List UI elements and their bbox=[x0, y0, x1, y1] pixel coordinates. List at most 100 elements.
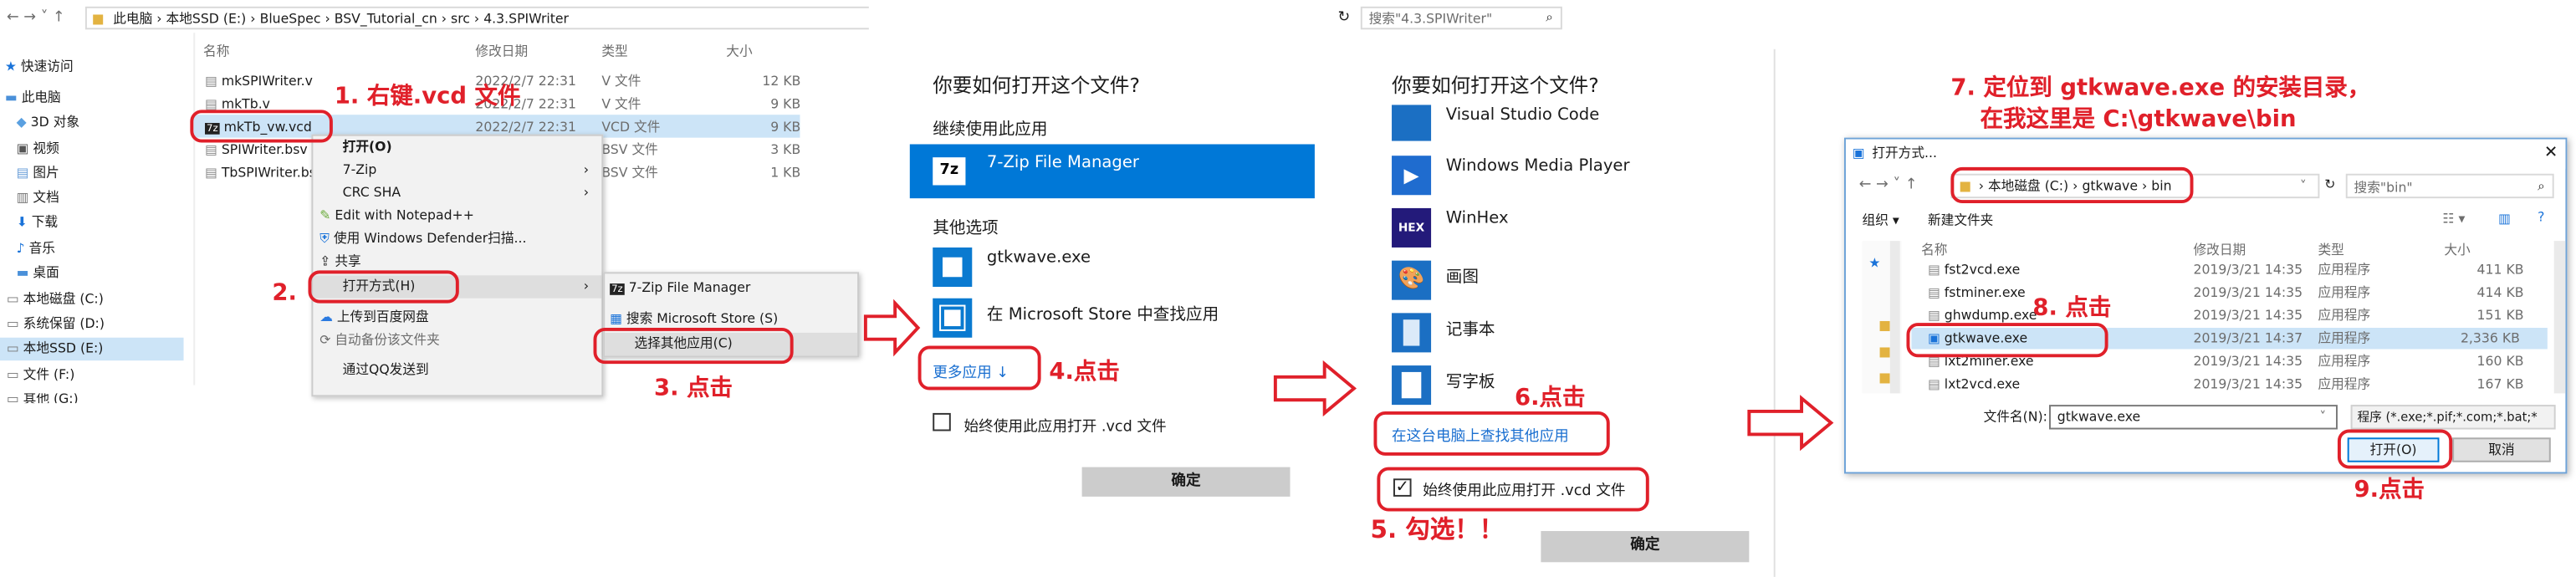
cancel-button[interactable]: 取消 bbox=[2452, 437, 2551, 462]
file-date: 2019/3/21 14:35 bbox=[2193, 376, 2303, 392]
file-row[interactable]: ▤ ghwdump.exe bbox=[1928, 309, 2037, 323]
sidebar-item[interactable]: ★ 快速访问 bbox=[5, 60, 74, 74]
sidebar-item[interactable]: ▣ 视频 bbox=[17, 142, 59, 156]
store-icon bbox=[933, 298, 973, 338]
dialog1-always-checkbox[interactable] bbox=[933, 412, 951, 431]
dialog2-app[interactable]: 画图 bbox=[1446, 263, 1479, 287]
dialog2-divider bbox=[1773, 48, 1776, 577]
col-size[interactable]: 大小 bbox=[726, 45, 752, 59]
file-row[interactable]: ▤ SPIWriter.bsv bbox=[205, 144, 308, 157]
sidebar-item[interactable]: ▥ 文档 bbox=[17, 191, 59, 205]
file-row[interactable]: ▤ fst2vcd.exe bbox=[1928, 263, 2020, 278]
sidebar-item[interactable]: ⬇ 下载 bbox=[17, 216, 58, 230]
col-type[interactable]: 类型 bbox=[2318, 243, 2343, 258]
refresh-icon[interactable]: ↻ bbox=[1337, 11, 1350, 27]
sidebar-item[interactable]: ▬ 桌面 bbox=[17, 267, 59, 280]
dialog2-app[interactable]: WinHex bbox=[1446, 210, 1509, 228]
highlight-vcd-file bbox=[190, 110, 333, 143]
file-size: 167 KB bbox=[2476, 376, 2524, 392]
sidebar-item[interactable]: ◆ 3D 对象 bbox=[17, 115, 79, 130]
menu-item-qq[interactable]: 通过QQ发送到 bbox=[343, 363, 429, 377]
sidebar-item[interactable]: ▭ 系统保留 (D:) bbox=[7, 317, 105, 331]
nav-arrows[interactable]: ← → ˅ ↑ bbox=[1859, 178, 1918, 194]
submenu-store[interactable]: ▦ 搜索 Microsoft Store (S) bbox=[610, 312, 778, 326]
file-size: 2,336 KB bbox=[2460, 330, 2520, 346]
help-icon[interactable]: ? bbox=[2538, 211, 2544, 225]
address-bar[interactable]: ■ 此电脑 › 本地SSD (E:) › BlueSpec › BSV_Tuto… bbox=[84, 6, 869, 30]
view-icon[interactable]: ☷ ▾ bbox=[2442, 212, 2465, 227]
file-row[interactable]: ▤ mkSPIWriter.v bbox=[205, 74, 313, 89]
list-scrollbar[interactable] bbox=[2553, 241, 2566, 394]
file-row[interactable]: ▤ lxt2vcd.exe bbox=[1928, 378, 2020, 392]
col-name[interactable]: 名称 bbox=[203, 45, 229, 59]
dialog2-app[interactable]: 写字板 bbox=[1446, 367, 1495, 392]
file-row[interactable]: ▤ lxt2miner.exe bbox=[1928, 355, 2034, 369]
file-row[interactable]: ▤ TbSPIWriter.bsv bbox=[205, 166, 324, 181]
sidebar-item[interactable]: ▭ 本地磁盘 (C:) bbox=[7, 293, 104, 307]
chevron-down-icon[interactable]: ˅ bbox=[2300, 180, 2307, 194]
menu-item-autobackup[interactable]: ⟳ 自动备份该文件夹 bbox=[319, 334, 440, 348]
tree-scrollbar[interactable] bbox=[1889, 241, 1900, 394]
filetype-select[interactable]: 程序 (*.exe;*.pif;*.com;*.bat;* bbox=[2350, 405, 2556, 430]
gtkwave-icon bbox=[933, 247, 973, 287]
openwith-title: 打开方式... bbox=[1872, 146, 1938, 161]
sidebar-item[interactable]: ▤ 图片 bbox=[17, 166, 59, 181]
dialog2-app[interactable]: Visual Studio Code bbox=[1446, 106, 1600, 125]
filename-input[interactable]: gtkwave.exe ˅ bbox=[2049, 405, 2338, 430]
col-date[interactable]: 修改日期 bbox=[475, 45, 528, 59]
sidebar-item[interactable]: ▭ 其他 (G:) bbox=[7, 393, 79, 403]
annotation-2: 2. bbox=[272, 280, 297, 307]
dialog1-app-store[interactable]: 在 Microsoft Store 中查找应用 bbox=[987, 300, 1219, 325]
file-row[interactable]: ▤ fstminer.exe bbox=[1928, 286, 2026, 300]
sidebar-item[interactable]: ▬ 此电脑 bbox=[5, 91, 61, 105]
winhex-icon: HEX bbox=[1392, 207, 1432, 248]
dialog2-app[interactable]: 记事本 bbox=[1446, 314, 1495, 340]
annotation-7b: 在我这里是 C:\gtkwave\bin bbox=[1980, 106, 2297, 133]
menu-item-crc[interactable]: CRC SHA bbox=[343, 186, 401, 200]
annotation-5: 5. 勾选！！ bbox=[1370, 514, 1505, 544]
menu-item-defender[interactable]: ⛨ 使用 Windows Defender扫描... bbox=[319, 232, 526, 246]
dialog1-selected-app-label: 7-Zip File Manager bbox=[986, 154, 1139, 172]
file-size: 3 KB bbox=[770, 142, 801, 158]
refresh-icon[interactable]: ↻ bbox=[2324, 178, 2335, 192]
dialog1-app-gtkwave[interactable]: gtkwave.exe bbox=[987, 249, 1091, 268]
sidebar-item[interactable]: ▭ 文件 (F:) bbox=[7, 368, 74, 382]
menu-item-share[interactable]: ⇪ 共享 bbox=[319, 255, 360, 269]
col-type[interactable]: 类型 bbox=[601, 45, 627, 59]
col-date[interactable]: 修改日期 bbox=[2193, 243, 2246, 258]
filename-label: 文件名(N): bbox=[1983, 410, 2047, 425]
new-folder-button[interactable]: 新建文件夹 bbox=[1928, 214, 1993, 228]
file-size: 160 KB bbox=[2476, 354, 2524, 369]
menu-item-baidu[interactable]: ☁ 上传到百度网盘 bbox=[319, 310, 428, 324]
sidebar-item[interactable]: ▭ 本地SSD (E:) bbox=[7, 342, 104, 356]
close-icon[interactable]: ✕ bbox=[2544, 145, 2558, 162]
file-size: 414 KB bbox=[2476, 285, 2524, 300]
menu-item-notepadpp[interactable]: ✎ Edit with Notepad++ bbox=[319, 209, 474, 223]
organize-button[interactable]: 组织 ▾ bbox=[1863, 214, 1899, 228]
file-size: 12 KB bbox=[762, 74, 801, 89]
file-type: VCD 文件 bbox=[601, 120, 661, 135]
search-icon: ⌕ bbox=[2538, 178, 2545, 194]
col-size[interactable]: 大小 bbox=[2444, 243, 2470, 258]
dialog2-app[interactable]: Windows Media Player bbox=[1446, 157, 1630, 176]
file-type: 应用程序 bbox=[2318, 262, 2371, 278]
highlight-open bbox=[2337, 429, 2453, 469]
file-size: 411 KB bbox=[2476, 262, 2524, 278]
dialog2-ok-button[interactable]: 确定 bbox=[1541, 531, 1750, 563]
explorer-search[interactable]: 搜索"4.3.SPIWriter" ⌕ bbox=[1360, 6, 1562, 30]
dialog1-ok-button[interactable]: 确定 bbox=[1081, 467, 1291, 497]
menu-item-7zip[interactable]: 7-Zip bbox=[343, 163, 377, 177]
dialog1-continue-label: 继续使用此应用 bbox=[933, 121, 1048, 140]
submenu-7zip[interactable]: 7z 7-Zip File Manager bbox=[610, 281, 750, 295]
sidebar-item[interactable]: ♪ 音乐 bbox=[17, 242, 55, 256]
menu-item-open[interactable]: 打开(O) bbox=[343, 140, 392, 155]
pane-icon[interactable]: ▥ bbox=[2498, 212, 2511, 227]
col-name[interactable]: 名称 bbox=[1921, 243, 1947, 258]
address-crumbs: 此电脑 › 本地SSD (E:) › BlueSpec › BSV_Tutori… bbox=[113, 11, 569, 27]
annotation-9: 9.点击 bbox=[2354, 477, 2425, 503]
nav-arrows[interactable]: ← → ˅ ↑ bbox=[7, 11, 65, 27]
openwith-search[interactable]: 搜索"bin" ⌕ bbox=[2345, 173, 2554, 199]
submenu-arrow-icon: › bbox=[583, 185, 590, 201]
highlight-find-other bbox=[1373, 411, 1610, 456]
file-date: 2019/3/21 14:35 bbox=[2193, 262, 2303, 278]
